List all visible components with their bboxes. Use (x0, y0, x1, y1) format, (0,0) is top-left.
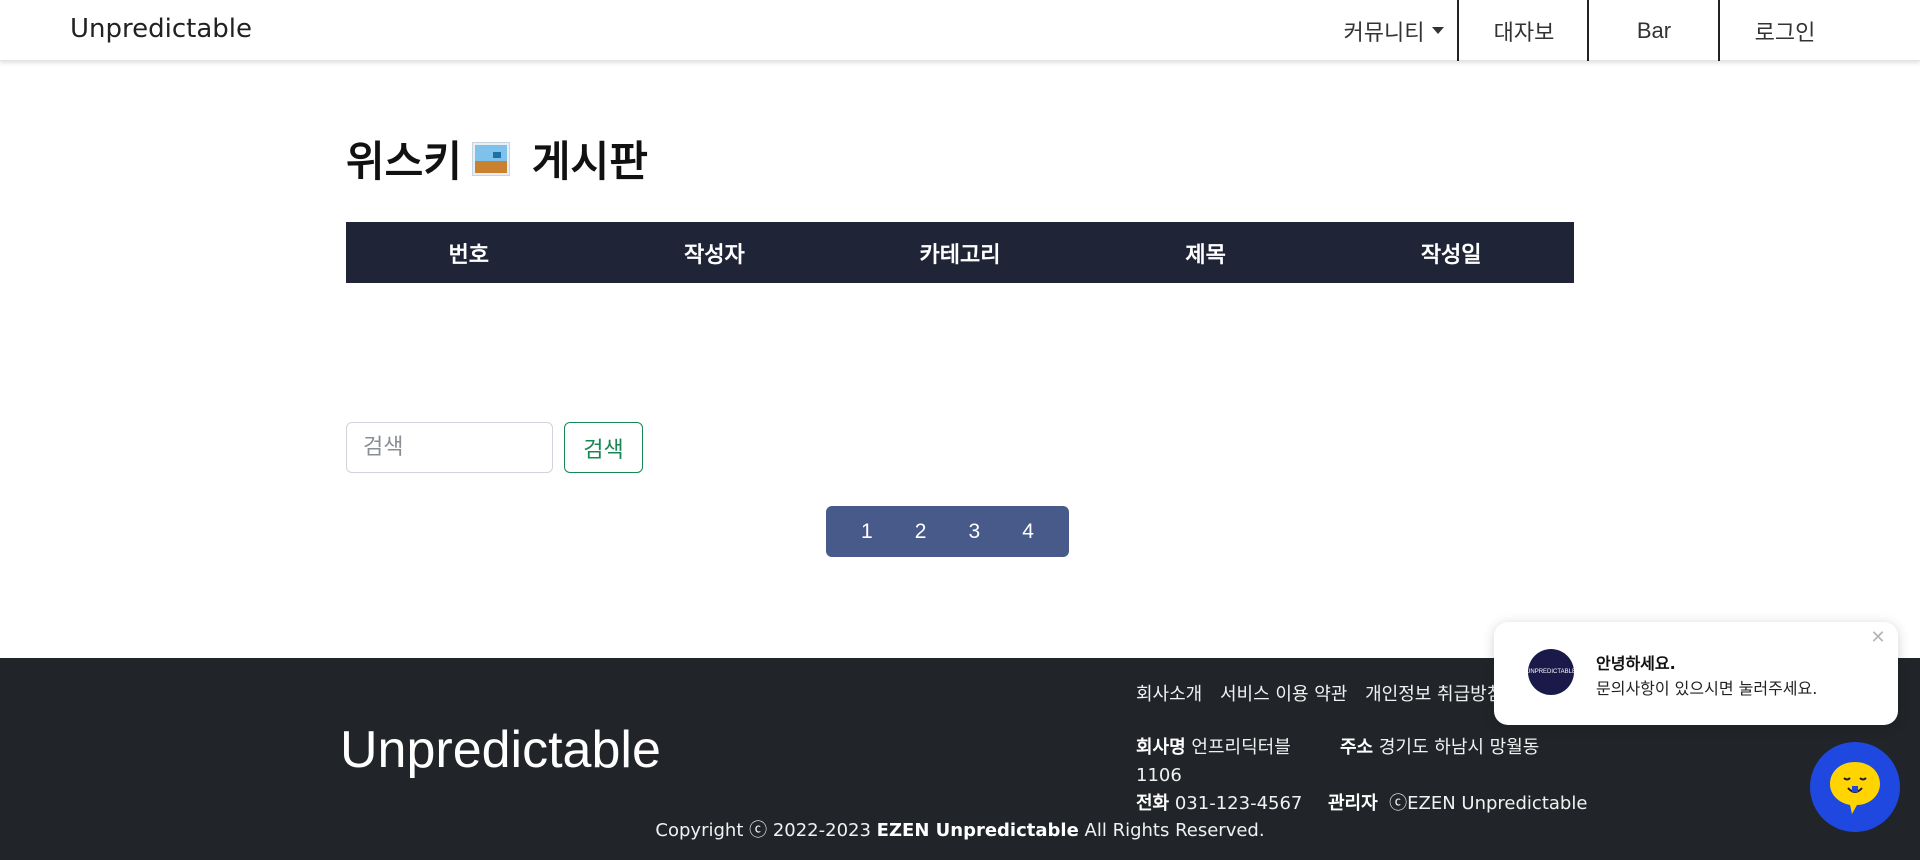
top-navbar: Unpredictable 커뮤니티 대자보 Bar 로그인 (0, 0, 1920, 61)
nav-bar[interactable]: Bar (1590, 0, 1718, 61)
page-title-part1: 위스키 (346, 137, 462, 186)
chat-message: 문의사항이 있으시면 눌러주세요. (1596, 679, 1818, 698)
copyright-suffix: All Rights Reserved. (1084, 820, 1265, 841)
search-button[interactable]: 검색 (564, 422, 643, 473)
page-link-2[interactable]: 2 (901, 520, 941, 544)
copyright-prefix: Copyright ⓒ 2022-2023 (655, 820, 871, 841)
nav-community-label: 커뮤니티 (1343, 20, 1425, 46)
chat-avatar: UNPREDICTABLE (1528, 649, 1574, 695)
footer-links: 회사소개 서비스 이용 약관 개인정보 취급방침 (1136, 680, 1515, 706)
table-header-row: 번호 작성자 카테고리 제목 작성일 (346, 222, 1574, 283)
chat-greeting: 안녕하세요. (1596, 654, 1676, 673)
footer-link-about[interactable]: 회사소개 (1136, 684, 1202, 705)
search-input[interactable] (346, 422, 553, 473)
footer-info: 회사명 언프리딕터블 주소 경기도 하남시 망월동 1106 전화 031-12… (1136, 734, 1587, 818)
company-label: 회사명 (1136, 737, 1186, 758)
page-title: 위스키 게시판 (346, 128, 648, 189)
column-header-category: 카테고리 (837, 222, 1083, 283)
address-value: 경기도 하남시 망월동 (1378, 737, 1540, 758)
phone-label: 전화 (1136, 793, 1170, 814)
footer-brand: Unpredictable (340, 721, 661, 779)
admin-value: ⓒEZEN Unpredictable (1389, 793, 1588, 814)
footer-link-privacy[interactable]: 개인정보 취급방침 (1365, 684, 1503, 705)
page-link-1[interactable]: 1 (847, 520, 887, 544)
nav-daejabo[interactable]: 대자보 (1460, 0, 1588, 61)
copyright: Copyright ⓒ 2022-2023 EZEN Unpredictable… (0, 816, 1920, 842)
chat-popup[interactable]: UNPREDICTABLE 안녕하세요. 문의사항이 있으시면 눌러주세요. ✕ (1494, 622, 1898, 725)
caret-down-icon (1432, 27, 1445, 34)
column-header-subject: 제목 (1082, 222, 1329, 283)
phone-value: 031-123-4567 (1174, 793, 1303, 814)
nav-login[interactable]: 로그인 (1720, 0, 1850, 61)
address-value-line2: 1106 (1136, 765, 1182, 786)
address-label: 주소 (1340, 737, 1374, 758)
page-link-3[interactable]: 3 (954, 520, 994, 544)
chat-bubble-icon (1830, 762, 1880, 814)
navbar-brand[interactable]: Unpredictable (70, 14, 252, 44)
nav-divider (1457, 0, 1459, 61)
nav-divider (1587, 0, 1589, 61)
nav-community-dropdown[interactable]: 커뮤니티 (1330, 0, 1458, 61)
page-title-part2: 게시판 (531, 137, 648, 186)
pagination: 1 2 3 4 (826, 506, 1069, 557)
image-icon (471, 141, 510, 176)
column-header-number: 번호 (346, 222, 592, 283)
board-table: 번호 작성자 카테고리 제목 작성일 (346, 222, 1574, 283)
close-icon[interactable]: ✕ (1868, 628, 1888, 648)
column-header-author: 작성자 (591, 222, 838, 283)
copyright-company: EZEN Unpredictable (876, 820, 1079, 841)
chat-launcher-button[interactable] (1810, 742, 1900, 832)
admin-label: 관리자 (1328, 793, 1378, 814)
page-link-4[interactable]: 4 (1008, 520, 1048, 544)
footer-link-terms[interactable]: 서비스 이용 약관 (1220, 684, 1347, 705)
company-value: 언프리딕터블 (1191, 737, 1291, 758)
column-header-date: 작성일 (1328, 222, 1574, 283)
